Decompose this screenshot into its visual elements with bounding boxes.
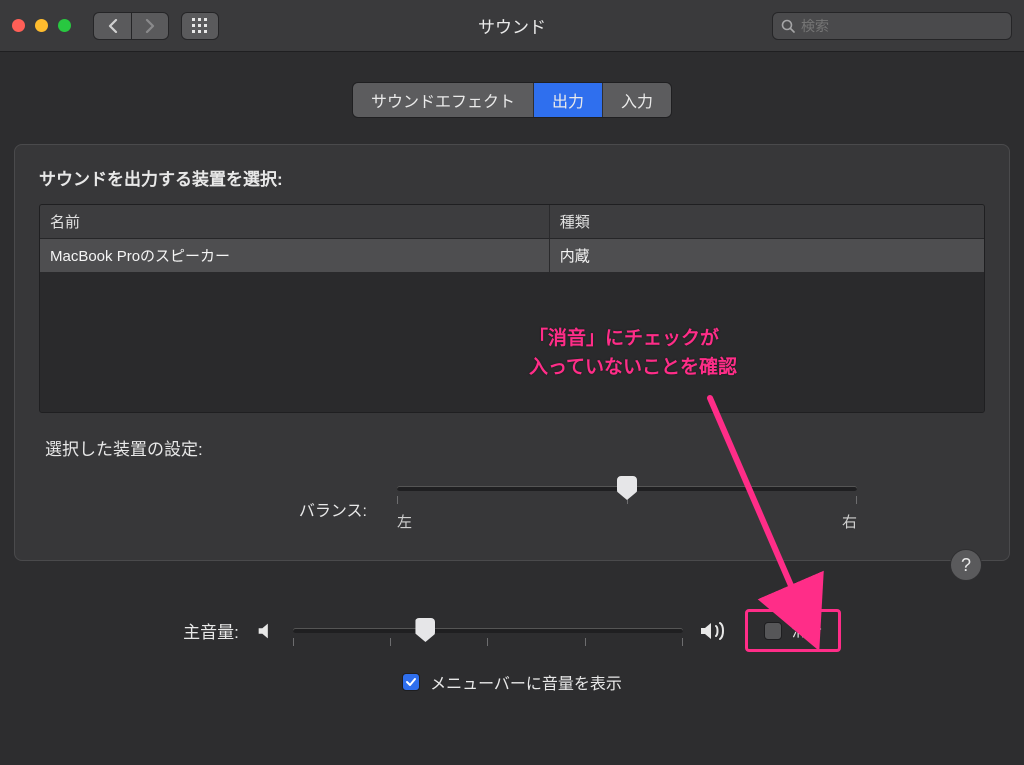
- window-controls: [12, 19, 71, 32]
- selected-device-settings-label: 選択した装置の設定:: [45, 435, 985, 460]
- minimize-icon[interactable]: [35, 19, 48, 32]
- show-in-menubar-label: メニューバーに音量を表示: [430, 670, 622, 694]
- select-device-label: サウンドを出力する装置を選択:: [39, 165, 985, 190]
- device-name: MacBook Proのスピーカー: [40, 239, 550, 272]
- device-table: 名前 種類 MacBook Proのスピーカー 内蔵: [39, 204, 985, 413]
- master-volume-slider[interactable]: [293, 628, 683, 633]
- search-input[interactable]: [801, 18, 1003, 34]
- balance-right-label: 右: [842, 511, 857, 532]
- help-button[interactable]: ?: [950, 549, 982, 581]
- nav-buttons: [93, 12, 169, 40]
- column-header-kind[interactable]: 種類: [550, 205, 984, 239]
- grid-icon: [192, 18, 208, 34]
- device-row[interactable]: MacBook Proのスピーカー 内蔵: [40, 239, 984, 272]
- forward-button[interactable]: [131, 12, 169, 40]
- column-header-name[interactable]: 名前: [40, 205, 550, 239]
- balance-label: バランス:: [167, 497, 367, 521]
- search-icon: [781, 19, 795, 33]
- mute-highlight-box: 消音: [745, 609, 841, 652]
- output-panel: サウンドを出力する装置を選択: 名前 種類 MacBook Proのスピーカー …: [14, 144, 1010, 561]
- tab-input[interactable]: 入力: [603, 83, 671, 117]
- device-kind: 内蔵: [550, 239, 984, 272]
- tab-bar: サウンドエフェクト 出力 入力: [352, 82, 672, 118]
- tab-sound-effects[interactable]: サウンドエフェクト: [353, 83, 534, 117]
- speaker-high-icon: [699, 619, 729, 643]
- mute-checkbox[interactable]: [764, 622, 782, 640]
- mute-label: 消音: [792, 620, 822, 641]
- close-icon[interactable]: [12, 19, 25, 32]
- master-volume-label: 主音量:: [183, 618, 239, 643]
- balance-left-label: 左: [397, 511, 412, 532]
- search-field[interactable]: [772, 12, 1012, 40]
- show-all-button[interactable]: [181, 12, 219, 40]
- back-button[interactable]: [93, 12, 131, 40]
- tab-output[interactable]: 出力: [534, 83, 603, 117]
- zoom-icon[interactable]: [58, 19, 71, 32]
- show-in-menubar-checkbox[interactable]: [402, 673, 420, 691]
- table-empty-area: [40, 272, 984, 412]
- titlebar: サウンド: [0, 0, 1024, 52]
- speaker-low-icon: [255, 620, 277, 642]
- balance-slider[interactable]: 左 右: [397, 486, 857, 532]
